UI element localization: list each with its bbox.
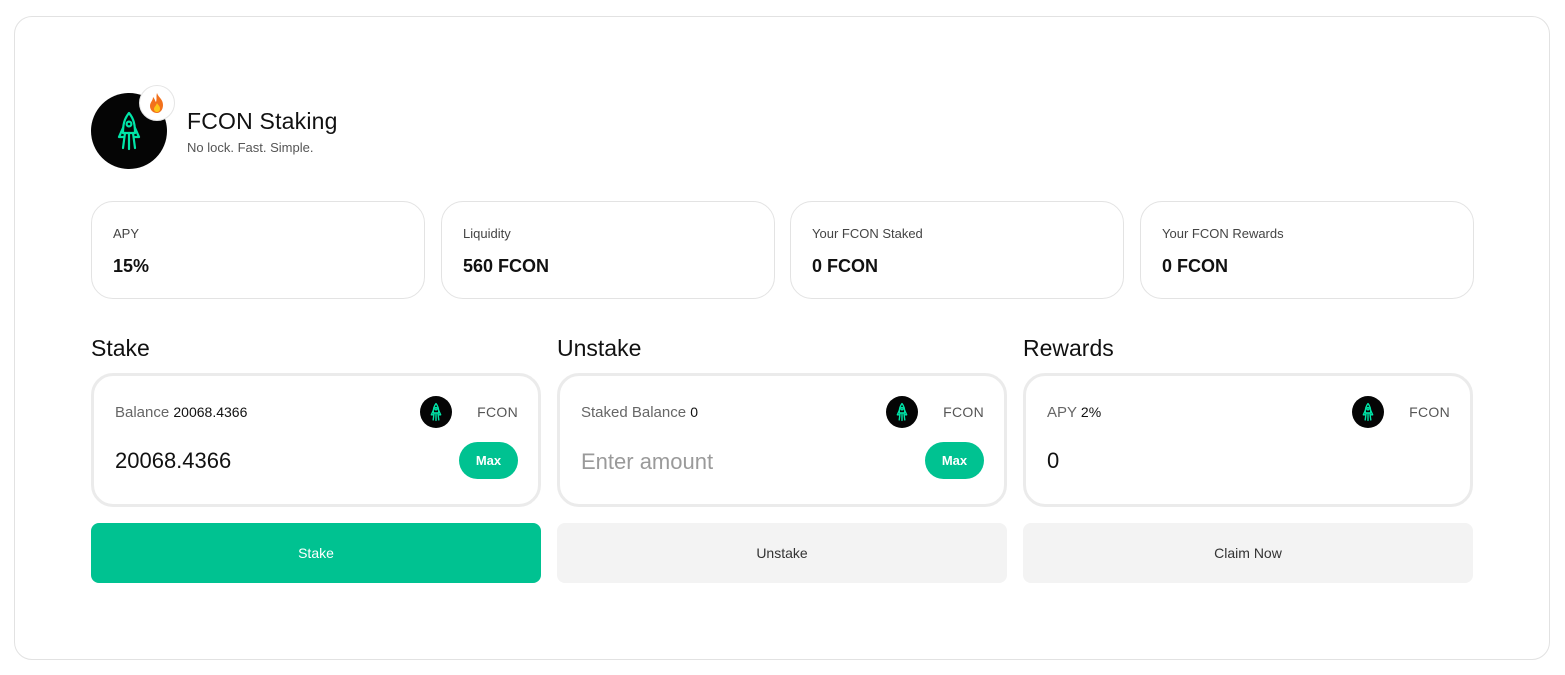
stat-value: 0 FCON [812, 256, 879, 276]
rewards-apy-value: 2% [1080, 404, 1102, 420]
stake-max-button[interactable]: Max [459, 442, 518, 479]
fcon-logo [91, 85, 175, 169]
stake-section-title: Stake [91, 335, 150, 361]
fire-icon [150, 93, 163, 113]
stat-value: 0 FCON [1162, 256, 1229, 276]
token-name: FCON [477, 404, 518, 420]
rewards-apy-label: APY [1047, 404, 1077, 421]
fcon-token-icon [420, 396, 452, 428]
token-name: FCON [943, 404, 984, 420]
rewards-section-title: Rewards [1023, 335, 1114, 361]
unstake-max-button[interactable]: Max [925, 442, 984, 479]
fcon-token-icon [1352, 396, 1384, 428]
stake-balance: Balance 20068.4366 [115, 404, 247, 421]
unstake-panel: Staked Balance 0 FCON Max [557, 373, 1007, 507]
rewards-apy: APY 2% [1047, 404, 1101, 421]
fcon-token-icon [886, 396, 918, 428]
claim-now-button[interactable]: Claim Now [1023, 523, 1473, 583]
staked-balance-value: 0 [690, 404, 699, 420]
token-name: FCON [1409, 404, 1450, 420]
unstake-amount-input[interactable] [581, 446, 881, 478]
stake-panel: Balance 20068.4366 FCON 20068.4366 Max [91, 373, 541, 507]
stat-value: 560 FCON [463, 256, 550, 276]
page-title: FCON Staking [187, 108, 338, 134]
unstake-section-title: Unstake [557, 335, 642, 361]
stake-amount-input[interactable]: 20068.4366 [115, 448, 231, 474]
stat-label: Liquidity [463, 226, 511, 241]
balance-label: Balance [115, 404, 170, 421]
stat-card-rewards: Your FCON Rewards 0 FCON [1140, 201, 1474, 299]
unstake-balance: Staked Balance 0 [581, 404, 698, 421]
stat-card-staked: Your FCON Staked 0 FCON [790, 201, 1124, 299]
stat-label: Your FCON Rewards [1162, 226, 1284, 241]
stat-label: Your FCON Staked [812, 226, 923, 241]
page-subtitle: No lock. Fast. Simple. [187, 140, 314, 155]
stat-card-liquidity: Liquidity 560 FCON [441, 201, 775, 299]
rewards-panel: APY 2% FCON 0 [1023, 373, 1473, 507]
stat-card-apy: APY 15% [91, 201, 425, 299]
stat-label: APY [113, 226, 140, 241]
stake-button[interactable]: Stake [91, 523, 541, 583]
balance-value: 20068.4366 [173, 404, 248, 420]
fire-badge [139, 85, 175, 121]
unstake-button[interactable]: Unstake [557, 523, 1007, 583]
rewards-amount: 0 [1047, 448, 1060, 473]
stat-value: 15% [113, 256, 150, 276]
staked-balance-label: Staked Balance [581, 404, 687, 421]
